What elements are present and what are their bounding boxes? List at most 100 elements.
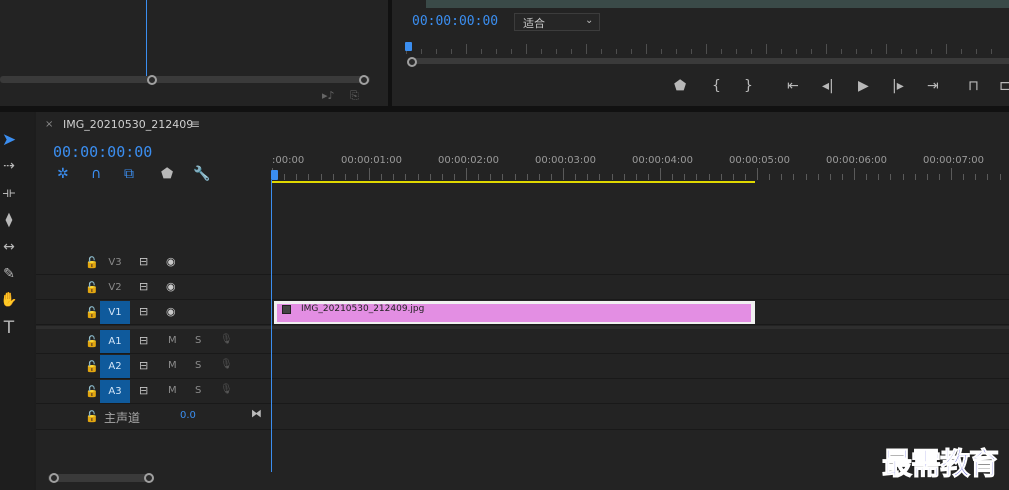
timeline-zoom-scrollbar[interactable] (48, 474, 154, 482)
track-target-v2[interactable]: V2 (100, 276, 130, 299)
source-scroll-handle-right[interactable] (359, 75, 369, 85)
step-back-icon[interactable]: ◂| (822, 78, 834, 94)
ruler-label: 00:00:01:00 (341, 155, 403, 166)
mic-icon[interactable]: 🎙 (220, 359, 233, 370)
mark-in-icon[interactable]: { (712, 78, 721, 94)
track-row-a1: 🔓 A1 ⊟ M S 🎙 (36, 330, 1009, 354)
eye-icon[interactable]: ◉ (166, 305, 176, 318)
program-ruler-tick (781, 49, 782, 54)
program-scroll-handle[interactable] (407, 57, 417, 67)
ruler-tick (939, 174, 940, 180)
ruler-tick (684, 174, 685, 180)
slip-tool-icon[interactable]: ↔ (0, 239, 18, 255)
timeline-playhead[interactable] (271, 170, 278, 180)
program-ruler-tick (556, 49, 557, 54)
master-volume-value[interactable]: 0.0 (180, 410, 196, 421)
track-target-a1[interactable]: A1 (100, 330, 130, 353)
sync-lock-icon[interactable]: ⊟ (139, 280, 148, 293)
lock-icon[interactable]: 🔓 (85, 281, 99, 294)
clip-v1[interactable]: IMG_20210530_212409.jpg (274, 301, 755, 324)
program-ruler-tick (421, 49, 422, 54)
mic-icon[interactable]: 🎙 (220, 334, 233, 345)
ruler-tick (963, 174, 964, 180)
ruler-tick (527, 174, 528, 180)
track-select-tool-icon[interactable]: ⇢ (0, 158, 18, 174)
wrench-icon[interactable]: 🔧 (193, 166, 210, 182)
mute-button[interactable]: M (168, 360, 177, 371)
hand-tool-icon[interactable]: ✋ (0, 292, 18, 308)
mark-out-icon[interactable]: } (744, 78, 753, 94)
add-marker-icon[interactable]: ⬟ (674, 78, 686, 94)
sync-lock-icon[interactable]: ⊟ (139, 359, 148, 372)
go-to-in-icon[interactable]: ⇤ (787, 78, 799, 94)
timeline-scroll-handle-left[interactable] (49, 473, 59, 483)
watermark-text: 最需教育 (882, 447, 1000, 483)
program-monitor: 00:00:00:00 适合 ⌄ ⬟ { } ⇤ ◂| ▶ |▸ ⇥ ⊓ ⊏ (392, 0, 1009, 106)
go-to-out-icon[interactable]: ⇥ (927, 78, 939, 94)
add-marker-icon[interactable]: ⬟ (161, 166, 173, 182)
lock-icon[interactable]: 🔓 (85, 385, 99, 398)
track-row-v2: 🔓 V2 ⊟ ◉ (36, 276, 1009, 300)
lock-icon[interactable]: 🔓 (85, 335, 99, 348)
extract-icon[interactable]: ⊏ (999, 78, 1009, 94)
timeline-tab-title[interactable]: IMG_20210530_212409 (63, 118, 193, 131)
sync-lock-icon[interactable]: ⊟ (139, 384, 148, 397)
linked-selection-icon[interactable]: ⧉ (124, 166, 134, 182)
lock-icon[interactable]: 🔓 (85, 306, 99, 319)
selection-tool-icon[interactable]: ➤ (0, 130, 18, 150)
fit-dropdown-value: 适合 (523, 17, 545, 30)
track-target-a2[interactable]: A2 (100, 355, 130, 378)
track-target-v3[interactable]: V3 (100, 251, 130, 274)
sync-lock-icon[interactable]: ⊟ (139, 255, 148, 268)
track-target-a3[interactable]: A3 (100, 380, 130, 403)
play-icon[interactable]: ▶ (858, 78, 869, 94)
eye-icon[interactable]: ◉ (166, 255, 176, 268)
ruler-tick (478, 174, 479, 180)
video-audio-divider[interactable] (36, 326, 1009, 329)
ruler-tick (466, 168, 467, 180)
pen-tool-icon[interactable]: ✎ (0, 266, 18, 282)
ruler-tick (430, 174, 431, 180)
eye-icon[interactable]: ◉ (166, 280, 176, 293)
solo-button[interactable]: S (195, 335, 201, 346)
track-target-v1[interactable]: V1 (100, 301, 130, 324)
ripple-edit-tool-icon[interactable]: ⟛ (0, 185, 18, 201)
go-to-end-icon[interactable]: ⧓ (251, 407, 262, 420)
mute-button[interactable]: M (168, 385, 177, 396)
close-tab-icon[interactable]: × (45, 119, 53, 130)
lift-icon[interactable]: ⊓ (968, 78, 979, 94)
sync-lock-icon[interactable]: ⊟ (139, 305, 148, 318)
lock-icon[interactable]: 🔓 (85, 410, 99, 423)
ruler-tick (903, 174, 904, 180)
source-zoom-scrollbar[interactable] (0, 76, 370, 83)
step-forward-icon[interactable]: |▸ (892, 78, 904, 94)
export-frame-icon[interactable]: ⎘ (350, 89, 359, 103)
insert-icon[interactable]: ▸♪ (322, 89, 335, 102)
timeline-timecode[interactable]: 00:00:00:00 (53, 143, 152, 161)
mute-button[interactable]: M (168, 335, 177, 346)
solo-button[interactable]: S (195, 360, 201, 371)
razor-tool-icon[interactable]: ⧫ (0, 212, 18, 228)
mic-icon[interactable]: 🎙 (220, 384, 233, 395)
panel-menu-icon[interactable]: ≡ (190, 117, 200, 131)
work-area-bar[interactable] (272, 181, 755, 183)
lock-icon[interactable]: 🔓 (85, 360, 99, 373)
ruler-tick (502, 174, 503, 180)
program-ruler-tick (796, 49, 797, 54)
ruler-tick (757, 168, 758, 180)
lock-icon[interactable]: 🔓 (85, 256, 99, 269)
time-ruler[interactable]: :00:00 00:00:01:00 00:00:02:00 00:00:03:00 0… (272, 152, 1009, 182)
program-playhead[interactable] (405, 42, 412, 51)
timeline-scroll-handle-right[interactable] (144, 473, 154, 483)
source-scroll-handle-left[interactable] (147, 75, 157, 85)
program-timecode[interactable]: 00:00:00:00 (412, 14, 498, 29)
solo-button[interactable]: S (195, 385, 201, 396)
program-mini-ruler[interactable] (406, 44, 1006, 56)
fit-dropdown[interactable]: 适合 ⌄ (514, 13, 600, 31)
ruler-label: 00:00:05:00 (729, 155, 791, 166)
program-zoom-scrollbar[interactable] (410, 58, 1009, 64)
snap-icon[interactable]: ∩ (91, 166, 101, 182)
nest-sequences-icon[interactable]: ✲ (57, 166, 69, 182)
sync-lock-icon[interactable]: ⊟ (139, 334, 148, 347)
type-tool-icon[interactable]: T (0, 318, 18, 338)
